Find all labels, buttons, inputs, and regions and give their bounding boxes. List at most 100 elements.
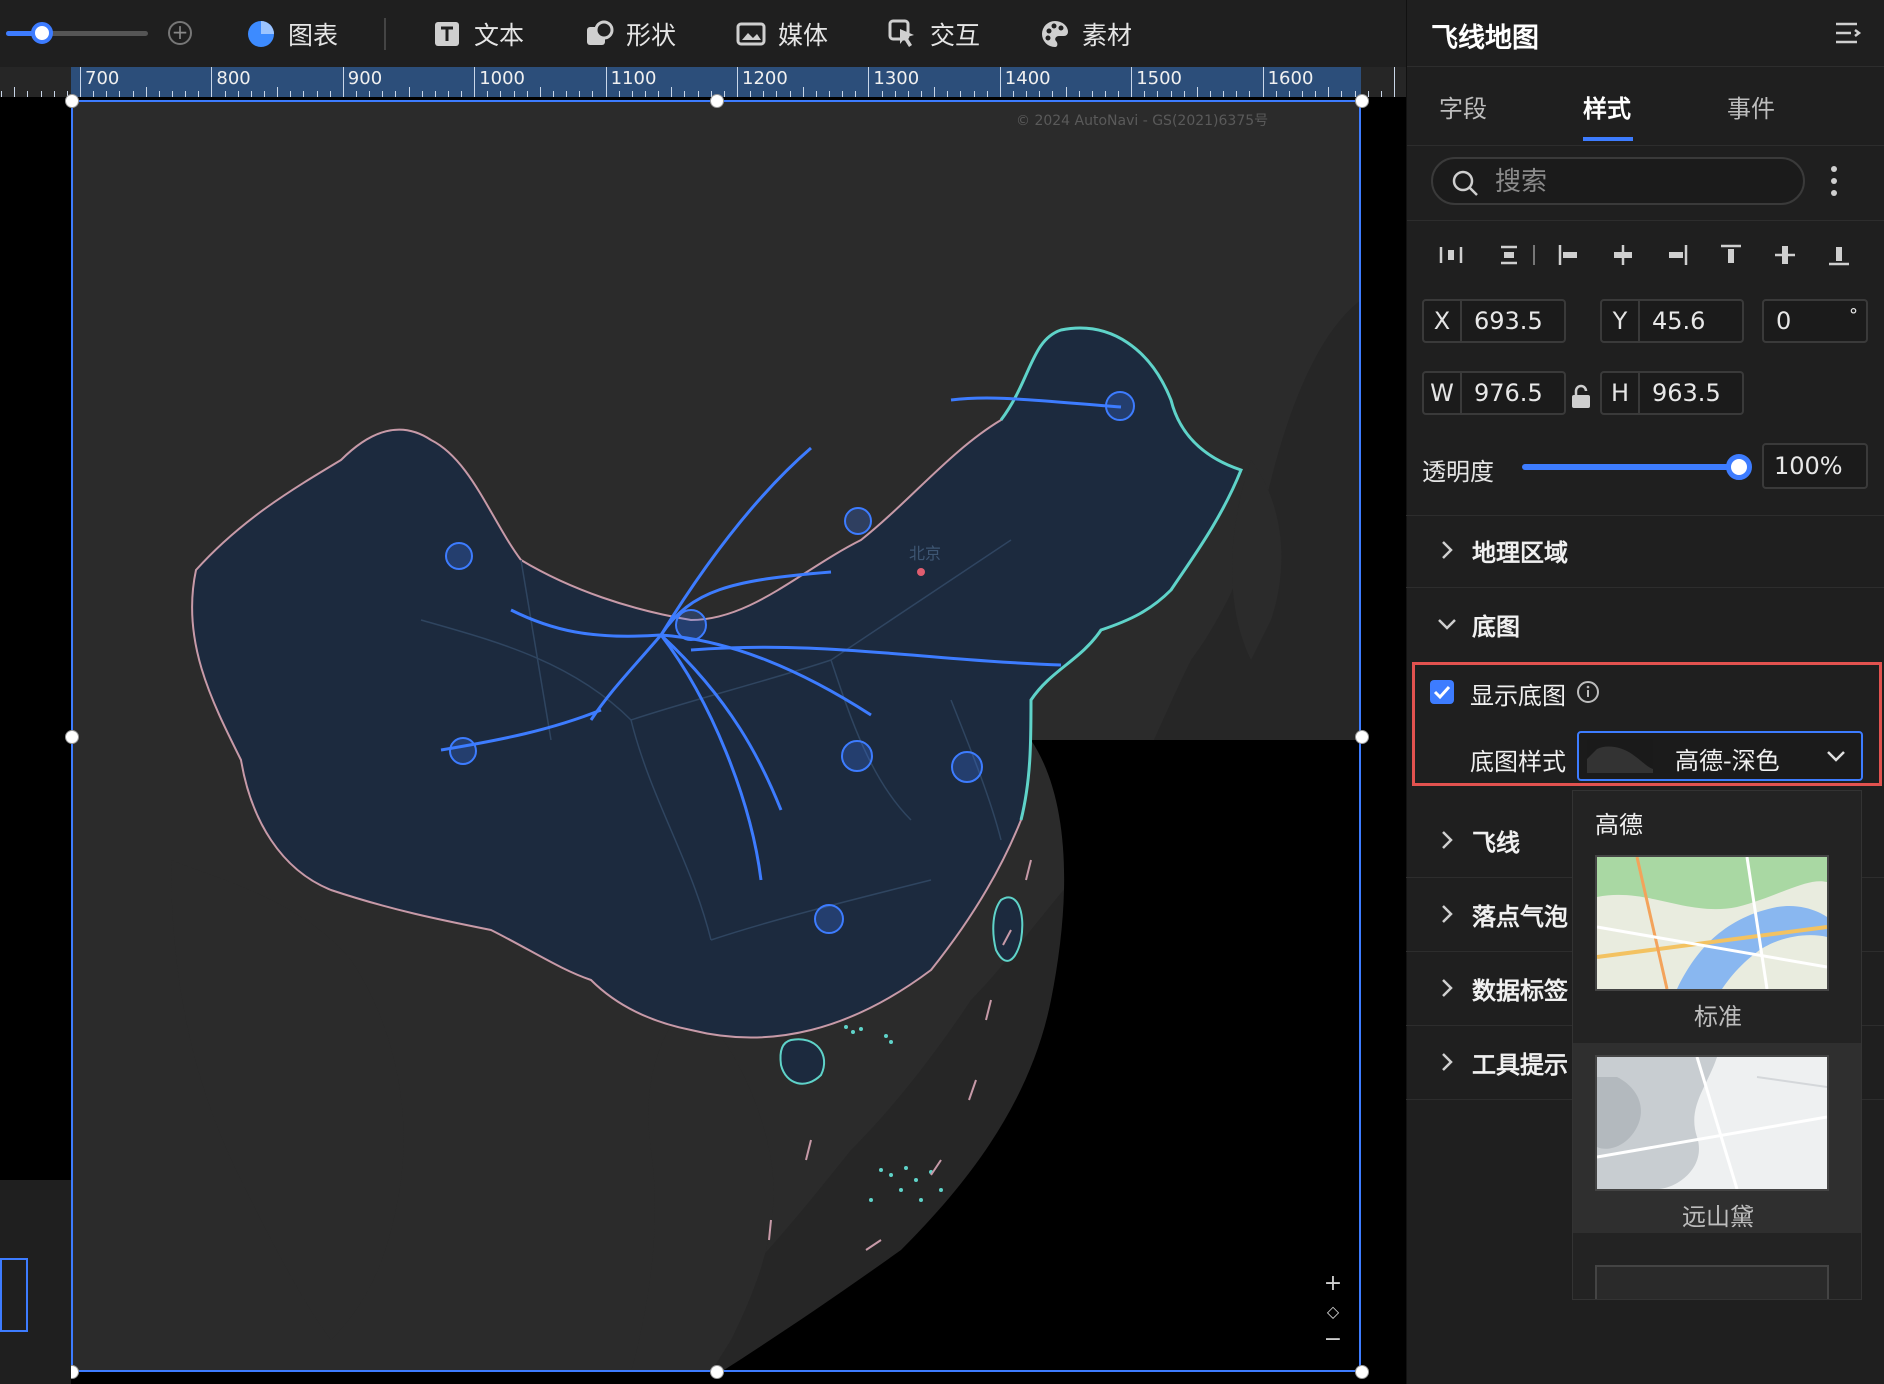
toolbar-interaction-button[interactable]: 交互 — [888, 14, 980, 54]
height-field[interactable]: H 963.5 — [1600, 371, 1744, 415]
basemap-style-value: 高德-深色 — [1675, 747, 1780, 775]
ruler-label: 900 — [347, 68, 383, 89]
resize-handle-top[interactable] — [710, 94, 724, 108]
dropdown-option-standard[interactable]: 标准 — [1573, 843, 1861, 1033]
ruler-tick — [868, 67, 870, 97]
interaction-icon — [888, 19, 914, 47]
flyline-map[interactable]: 北京 © 2024 AutoNavi - GS(2021)6375号 + ◇ − — [71, 100, 1361, 1372]
toolbar-chart-button[interactable]: 图表 — [246, 14, 338, 54]
y-value[interactable]: 45.6 — [1652, 301, 1705, 341]
dropdown-option-partial[interactable] — [1595, 1265, 1829, 1299]
tab-style[interactable]: 样式 — [1583, 89, 1631, 124]
align-bottom-icon[interactable] — [1825, 241, 1853, 269]
ruler-label: 1100 — [610, 68, 657, 89]
resize-handle-bottom-right[interactable] — [1355, 1365, 1369, 1379]
map-zoom-out-button[interactable]: − — [1321, 1326, 1345, 1354]
info-icon[interactable] — [1576, 680, 1600, 704]
opacity-slider-handle[interactable] — [1726, 454, 1752, 480]
align-right-icon[interactable] — [1663, 241, 1691, 269]
align-middle-vertical-icon[interactable] — [1771, 241, 1799, 269]
ruler-label: 1000 — [479, 68, 525, 89]
toolbar-assets-button[interactable]: 素材 — [1040, 14, 1132, 54]
section-flylines-title: 飞线 — [1472, 829, 1520, 857]
section-basemap[interactable]: 底图 — [1406, 589, 1884, 661]
h-value[interactable]: 963.5 — [1652, 373, 1721, 413]
map-locate-button[interactable]: ◇ — [1321, 1298, 1345, 1326]
panel-tabs: 字段 样式 事件 — [1407, 66, 1884, 146]
section-geo-region-title: 地理区域 — [1472, 539, 1568, 567]
ruler-tick — [605, 67, 607, 97]
w-value[interactable]: 976.5 — [1474, 373, 1543, 413]
ruler-tick — [1196, 87, 1198, 97]
resize-handle-bottom[interactable] — [710, 1365, 724, 1379]
align-center-horizontal-icon[interactable] — [1609, 241, 1637, 269]
resize-handle-left[interactable] — [65, 730, 79, 744]
ruler-tick — [80, 67, 81, 97]
zoom-in-button[interactable]: + — [168, 21, 192, 45]
basemap-style-label: 底图样式 — [1470, 748, 1566, 776]
bubble — [841, 740, 873, 772]
ruler-label: 1500 — [1136, 68, 1182, 89]
zoom-slider[interactable] — [6, 22, 148, 44]
checkmark-icon — [1433, 685, 1451, 700]
distribute-vertical-icon[interactable] — [1495, 241, 1523, 269]
bubble — [951, 751, 983, 783]
x-field[interactable]: X 693.5 — [1422, 299, 1566, 343]
ruler-label: 1400 — [1004, 68, 1051, 89]
map-zoom-in-button[interactable]: + — [1321, 1270, 1345, 1298]
rotation-unit: ° — [1849, 305, 1858, 326]
bubble — [449, 737, 477, 765]
y-field[interactable]: Y 45.6 — [1600, 299, 1744, 343]
resize-handle-top-left[interactable] — [65, 94, 79, 108]
panel-title: 飞线地图 — [1431, 23, 1539, 54]
show-basemap-checkbox[interactable] — [1430, 680, 1454, 704]
align-left-icon[interactable] — [1555, 241, 1583, 269]
basemap-style-select[interactable]: 高德-深色 — [1577, 731, 1863, 781]
toolbar-text-label: 文本 — [474, 21, 525, 50]
chevron-down-icon — [1438, 619, 1456, 630]
dropdown-option-yuanshandai[interactable]: 远山黛 — [1573, 1043, 1861, 1233]
search-input[interactable] — [1493, 165, 1787, 199]
toolbar-media-button[interactable]: 媒体 — [736, 14, 828, 54]
option-name-yuanshandai: 远山黛 — [1682, 1203, 1754, 1231]
resize-handle-top-right[interactable] — [1355, 94, 1369, 108]
dropdown-group-label: 高德 — [1595, 811, 1643, 839]
chevron-right-icon — [1442, 1053, 1453, 1071]
width-field[interactable]: W 976.5 — [1422, 371, 1566, 415]
section-geo-region[interactable]: 地理区域 — [1406, 515, 1884, 587]
resize-handle-right[interactable] — [1355, 730, 1369, 744]
ruler-tick — [539, 87, 541, 97]
lock-aspect-icon[interactable] — [1570, 384, 1592, 410]
ruler-tick — [277, 87, 279, 97]
option-thumbnail-yuanshandai — [1595, 1055, 1829, 1191]
toolbar-shape-button[interactable]: 形状 — [584, 14, 676, 54]
toolbar-media-label: 媒体 — [778, 21, 829, 50]
x-value[interactable]: 693.5 — [1474, 301, 1543, 341]
opacity-slider[interactable] — [1522, 464, 1738, 470]
ruler-tick — [1262, 67, 1264, 97]
show-basemap-label: 显示底图 — [1470, 682, 1566, 710]
ruler-label: 700 — [85, 68, 120, 89]
section-data-labels-title: 数据标签 — [1472, 977, 1568, 1005]
ruler-tick — [802, 87, 804, 97]
h-label: H — [1602, 373, 1640, 413]
more-options-icon[interactable] — [1829, 164, 1839, 198]
opacity-value[interactable]: 100% — [1762, 443, 1868, 489]
distribute-horizontal-icon[interactable] — [1437, 241, 1465, 269]
toolbar-shape-label: 形状 — [626, 21, 677, 50]
top-toolbar: + 图表 文本 形状 媒体 交互 素材 — [0, 0, 1406, 68]
zoom-slider-handle[interactable] — [30, 22, 53, 44]
collapse-menu-icon[interactable] — [1833, 18, 1863, 48]
bubble — [675, 609, 707, 641]
tab-events[interactable]: 事件 — [1727, 89, 1775, 124]
tab-fields[interactable]: 字段 — [1439, 89, 1487, 124]
rotation-field[interactable]: 0 ° — [1762, 299, 1868, 343]
align-top-icon[interactable] — [1717, 241, 1745, 269]
rotation-value[interactable]: 0 — [1776, 301, 1791, 341]
map-zoom-controls[interactable]: + ◇ − — [1321, 1270, 1345, 1354]
search-icon — [1452, 170, 1478, 196]
layer-thumbnail[interactable] — [0, 1258, 28, 1332]
search-box[interactable] — [1431, 157, 1805, 205]
basemap-style-thumbnail — [1587, 739, 1653, 773]
toolbar-text-button[interactable]: 文本 — [432, 14, 524, 54]
